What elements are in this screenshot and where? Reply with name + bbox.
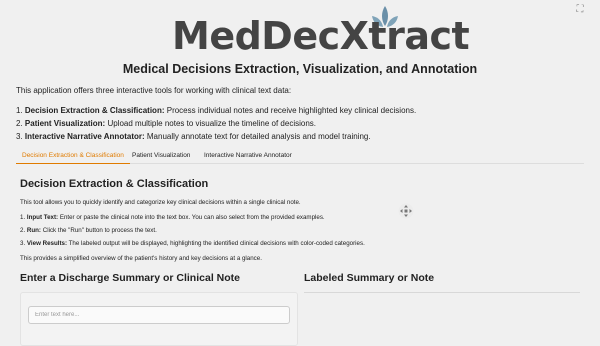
tool-number: 1. — [16, 106, 23, 115]
tool-item: 1. Decision Extraction & Classification:… — [16, 104, 416, 117]
clinical-note-input[interactable] — [28, 306, 290, 324]
logo-text: MedDecXtract — [172, 14, 470, 58]
step-item: 2. Run: Click the "Run" button to proces… — [20, 224, 365, 237]
tool-number: 2. — [16, 119, 23, 128]
step-name: Run: — [26, 227, 41, 234]
intro-text: This application offers three interactiv… — [16, 86, 292, 95]
step-name: View Results: — [26, 240, 68, 247]
move-icon[interactable] — [398, 203, 414, 219]
tool-desc: Process individual notes and receive hig… — [166, 106, 417, 115]
tab-decision-extraction[interactable]: Decision Extraction & Classification — [16, 149, 130, 164]
tool-name: Interactive Narrative Annotator: — [24, 132, 145, 141]
section-title: Decision Extraction & Classification — [20, 178, 209, 190]
step-number: 2. — [20, 227, 26, 234]
expand-icon[interactable]: ⛶ — [574, 4, 586, 16]
output-panel-title: Labeled Summary or Note — [304, 272, 435, 284]
step-item: 3. View Results: The labeled output will… — [20, 237, 365, 250]
step-number: 1. — [20, 214, 26, 221]
tool-item: 3. Interactive Narrative Annotator: Manu… — [16, 130, 416, 143]
tool-name: Decision Extraction & Classification: — [24, 106, 165, 115]
tab-patient-visualization[interactable]: Patient Visualization — [126, 149, 196, 163]
steps-list: 1. Input Text: Enter or paste the clinic… — [20, 211, 365, 250]
tool-desc: Upload multiple notes to visualize the t… — [107, 119, 317, 128]
step-item: 1. Input Text: Enter or paste the clinic… — [20, 211, 365, 224]
step-desc: The labeled output will be displayed, hi… — [68, 240, 365, 247]
tab-narrative-annotator[interactable]: Interactive Narrative Annotator — [198, 149, 298, 163]
app-logo: MedDecXtract — [160, 6, 470, 58]
step-name: Input Text: — [26, 214, 59, 221]
tool-desc: Manually annotate text for detailed anal… — [146, 132, 371, 141]
tool-number: 3. — [16, 132, 23, 141]
step-number: 3. — [20, 240, 26, 247]
step-desc: Enter or paste the clinical note into th… — [59, 214, 325, 221]
output-divider — [304, 292, 580, 293]
section-description: This tool allows you to quickly identify… — [20, 199, 301, 206]
input-panel-title: Enter a Discharge Summary or Clinical No… — [20, 272, 240, 284]
step-desc: Click the "Run" button to process the te… — [42, 227, 157, 234]
page-subtitle: Medical Decisions Extraction, Visualizat… — [122, 62, 478, 76]
tab-bar: Decision Extraction & Classification Pat… — [16, 149, 584, 164]
tool-list: 1. Decision Extraction & Classification:… — [16, 104, 416, 143]
tool-name: Patient Visualization: — [24, 119, 106, 128]
tool-item: 2. Patient Visualization: Upload multipl… — [16, 117, 416, 130]
overview-text: This provides a simplified overview of t… — [20, 255, 262, 262]
